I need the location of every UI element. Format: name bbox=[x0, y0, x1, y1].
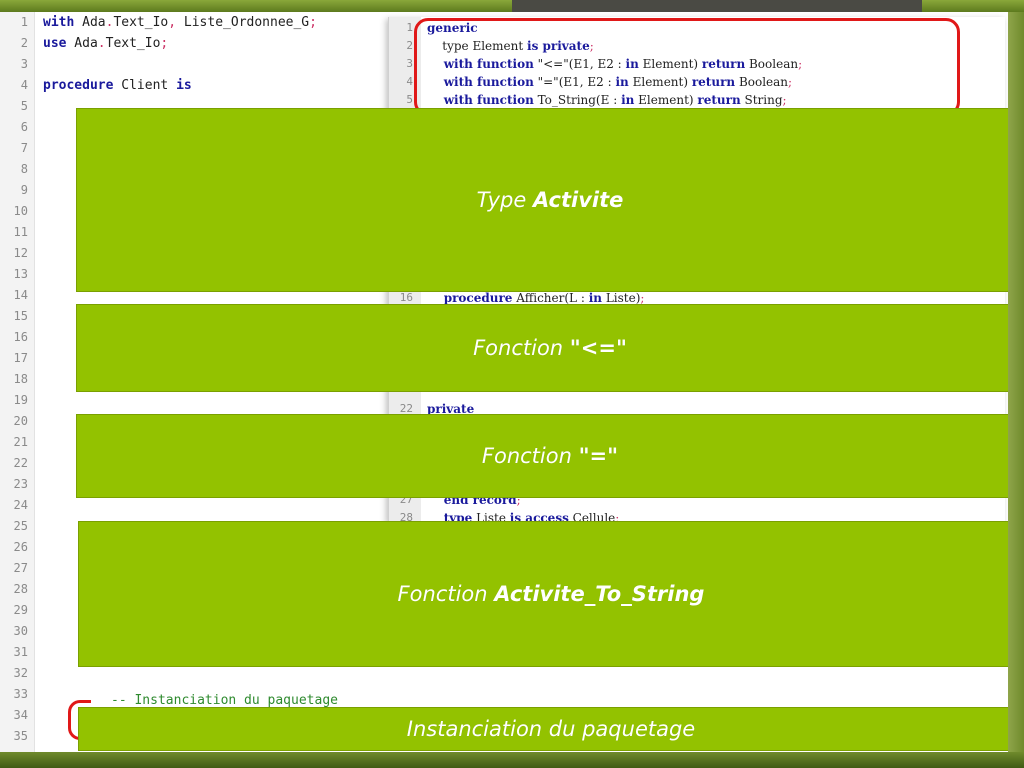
line-number: 3 bbox=[20, 57, 28, 71]
line-number: 26 bbox=[13, 540, 28, 554]
slide-bottom-bar bbox=[0, 752, 1024, 768]
line-number: 17 bbox=[13, 351, 28, 365]
line-number: 1 bbox=[20, 15, 28, 29]
overlay-instanciation-label: Instanciation du paquetage bbox=[406, 717, 696, 741]
line-number: 28 bbox=[13, 582, 28, 596]
overlay-type-activite-label: Type Activite bbox=[476, 188, 624, 212]
pkg-line-number: 5 bbox=[406, 93, 413, 106]
line-number: 29 bbox=[13, 603, 28, 617]
line-number: 7 bbox=[20, 141, 28, 155]
line-number: 19 bbox=[13, 393, 28, 407]
line-number: 12 bbox=[13, 246, 28, 260]
line-number: 16 bbox=[13, 330, 28, 344]
pkg-line-number: 2 bbox=[406, 39, 413, 52]
overlay-fonction-eq-label: Fonction "=" bbox=[481, 444, 619, 468]
line-number: 31 bbox=[13, 645, 28, 659]
line-number: 10 bbox=[13, 204, 28, 218]
line-number: 9 bbox=[20, 183, 28, 197]
line-number: 33 bbox=[13, 687, 28, 701]
line-number: 20 bbox=[13, 414, 28, 428]
pkg-line-number: 1 bbox=[406, 21, 413, 34]
generic-parameters-highlight bbox=[414, 18, 960, 116]
pkg-line-number: 4 bbox=[406, 75, 413, 88]
line-number: 11 bbox=[13, 225, 28, 239]
pkg-line-number: 3 bbox=[406, 57, 413, 70]
line-number: 25 bbox=[13, 519, 28, 533]
window-titlebar-strip bbox=[512, 0, 922, 12]
overlay-fonction-le[interactable]: Fonction "<=" bbox=[76, 304, 1024, 392]
line-number: 22 bbox=[13, 456, 28, 470]
code-line-1: with Ada.Text_Io, Liste_Ordonnee_G; bbox=[43, 15, 317, 30]
code-line-4: procedure Client is bbox=[43, 78, 192, 93]
line-number: 2 bbox=[20, 36, 28, 50]
line-number: 4 bbox=[20, 78, 28, 92]
line-number: 32 bbox=[13, 666, 28, 680]
line-number: 21 bbox=[13, 435, 28, 449]
code-line-2: use Ada.Text_Io; bbox=[43, 36, 169, 51]
overlay-fonction-le-label: Fonction "<=" bbox=[473, 336, 627, 360]
slide-right-edge bbox=[1008, 12, 1024, 752]
line-number: 23 bbox=[13, 477, 28, 491]
line-number: 15 bbox=[13, 309, 28, 323]
line-number: 18 bbox=[13, 372, 28, 386]
overlay-fonction-to-string-label: Fonction Activite_To_String bbox=[397, 582, 705, 606]
line-number: 24 bbox=[13, 498, 28, 512]
overlay-instanciation[interactable]: Instanciation du paquetage bbox=[78, 707, 1024, 751]
overlay-fonction-eq[interactable]: Fonction "=" bbox=[76, 414, 1024, 498]
line-number: 8 bbox=[20, 162, 28, 176]
line-number: 14 bbox=[13, 288, 28, 302]
line-number: 27 bbox=[13, 561, 28, 575]
line-number: 5 bbox=[20, 99, 28, 113]
line-number: 13 bbox=[13, 267, 28, 281]
line-number: 35 bbox=[13, 729, 28, 743]
line-number-gutter: 1 2 3 4 5 6 7 8 9 10 11 12 13 14 15 16 17 18 19 20 21 22 23 24 2… bbox=[0, 12, 35, 752]
overlay-type-activite[interactable]: Type Activite bbox=[76, 108, 1024, 292]
line-number: 6 bbox=[20, 120, 28, 134]
line-number: 34 bbox=[13, 708, 28, 722]
line-number: 30 bbox=[13, 624, 28, 638]
overlay-fonction-to-string[interactable]: Fonction Activite_To_String bbox=[78, 521, 1024, 667]
